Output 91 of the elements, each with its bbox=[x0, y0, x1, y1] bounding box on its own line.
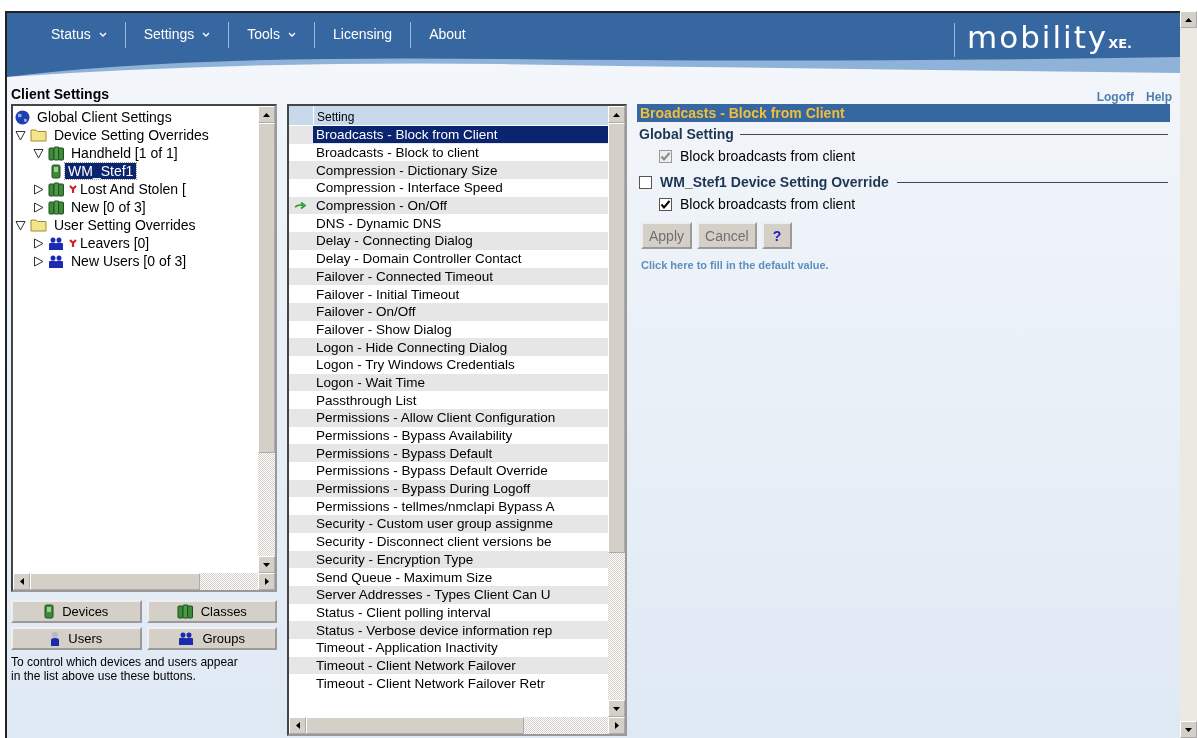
globe-icon bbox=[15, 109, 30, 125]
folder-icon bbox=[30, 128, 47, 142]
scrollbar-thumb[interactable] bbox=[608, 123, 625, 553]
devices-icon bbox=[48, 181, 64, 197]
tree-item[interactable]: WM_Stef1 bbox=[65, 163, 137, 179]
vertical-scrollbar[interactable] bbox=[258, 106, 275, 573]
devices-icon bbox=[176, 604, 193, 619]
page-title: Client Settings bbox=[11, 86, 109, 104]
user-group-icon bbox=[48, 235, 64, 251]
nav-menu-item[interactable]: Settings bbox=[125, 22, 229, 46]
filter-button[interactable]: Classes bbox=[146, 600, 277, 623]
setting-item[interactable]: Failover - Show Dialog bbox=[313, 320, 608, 338]
expand-icon[interactable] bbox=[33, 183, 44, 195]
tree-item[interactable]: Leavers [0] bbox=[68, 235, 153, 251]
setting-item[interactable]: Logon - Try Windows Credentials bbox=[313, 356, 608, 374]
nav-menu-item[interactable]: Status bbox=[33, 22, 125, 46]
setting-item[interactable]: Permissions - tellmes/nmclapi Bypass A bbox=[313, 497, 608, 515]
section-title: Global Setting bbox=[639, 126, 734, 142]
devices-icon bbox=[48, 145, 64, 161]
checkbox-label: Block broadcasts from client bbox=[680, 196, 856, 212]
setting-item[interactable]: Failover - Initial Timeout bbox=[313, 285, 608, 303]
branch-icon bbox=[68, 238, 78, 248]
collapse-icon[interactable] bbox=[33, 147, 44, 159]
tree-item[interactable]: Lost And Stolen [ bbox=[68, 181, 189, 197]
checkbox[interactable] bbox=[659, 197, 672, 211]
expand-icon[interactable] bbox=[33, 201, 44, 213]
logo: mobility XE. bbox=[966, 19, 1132, 57]
arrow-right-icon[interactable] bbox=[614, 722, 619, 729]
device-icon bbox=[51, 163, 61, 179]
setting-item[interactable]: Delay - Domain Controller Contact bbox=[313, 250, 608, 268]
setting-item[interactable]: Compression - Interface Speed bbox=[313, 179, 608, 197]
tree-item[interactable]: New Users [0 of 3] bbox=[68, 253, 190, 269]
header-link[interactable]: Logoff bbox=[1096, 90, 1134, 104]
branch-icon bbox=[68, 184, 78, 194]
setting-item[interactable]: Security - Disconnect client versions be bbox=[313, 533, 608, 551]
chevron-down-icon bbox=[288, 31, 296, 37]
horizontal-scrollbar[interactable] bbox=[13, 573, 275, 590]
help-text: To control which devices and users appear in the list above use these buttons. bbox=[11, 655, 239, 683]
detail-header: Broadcasts - Block from Client bbox=[637, 104, 1170, 122]
expand-icon[interactable] bbox=[33, 237, 44, 249]
filter-button[interactable]: Devices bbox=[11, 600, 142, 623]
tree-item[interactable]: Handheld [1 of 1] bbox=[68, 145, 181, 161]
devices-icon bbox=[48, 199, 64, 215]
setting-item[interactable]: Broadcasts - Block to client bbox=[313, 144, 608, 162]
user-group-icon bbox=[178, 631, 195, 646]
chevron-down-icon bbox=[202, 31, 211, 37]
arrow-left-icon[interactable] bbox=[19, 578, 24, 585]
arrow-down-icon[interactable] bbox=[263, 562, 270, 567]
filter-button[interactable]: Users bbox=[11, 627, 142, 650]
arrow-right-icon[interactable] bbox=[264, 578, 269, 585]
filter-button[interactable]: Groups bbox=[146, 627, 277, 650]
tree-item[interactable]: Global Client Settings bbox=[34, 109, 175, 125]
user-icon bbox=[50, 630, 61, 647]
header-link[interactable]: Help bbox=[1146, 90, 1172, 104]
horizontal-scrollbar[interactable] bbox=[289, 717, 625, 734]
collapse-icon[interactable] bbox=[15, 219, 26, 231]
expand-icon[interactable] bbox=[33, 255, 44, 267]
scrollbar-thumb[interactable] bbox=[306, 717, 525, 734]
setting-item[interactable]: Passthrough List bbox=[313, 391, 608, 409]
chevron-down-icon bbox=[98, 31, 107, 37]
scrollbar-thumb[interactable] bbox=[258, 123, 275, 453]
arrow-down-icon[interactable] bbox=[613, 706, 620, 711]
setting-item[interactable]: Status - Client polling interval bbox=[313, 603, 608, 621]
action-button[interactable]: ? bbox=[761, 222, 793, 249]
setting-item[interactable]: Send Queue - Maximum Size bbox=[313, 568, 608, 586]
device-icon bbox=[44, 604, 55, 619]
tree-item[interactable]: New [0 of 3] bbox=[68, 199, 149, 215]
nav-menu-item[interactable]: Licensing bbox=[315, 22, 411, 46]
arrow-down-icon[interactable] bbox=[1185, 727, 1192, 732]
section-title: WM_Stef1 Device Setting Override bbox=[660, 174, 889, 190]
setting-item[interactable]: Permissions - Bypass Default Override bbox=[313, 462, 608, 480]
folder-icon bbox=[30, 218, 47, 232]
collapse-icon[interactable] bbox=[15, 129, 26, 141]
vertical-scrollbar[interactable] bbox=[608, 106, 625, 717]
arrow-up-icon[interactable] bbox=[1185, 17, 1192, 22]
arrow-left-icon[interactable] bbox=[295, 722, 300, 729]
nav-menu-item[interactable]: About bbox=[411, 22, 484, 46]
tree-item[interactable]: Device Setting Overrides bbox=[51, 127, 212, 143]
setting-item[interactable]: Timeout - Application Inactivity bbox=[313, 639, 608, 657]
setting-item[interactable]: Broadcasts - Block from Client bbox=[313, 126, 608, 144]
arrow-up-icon[interactable] bbox=[263, 112, 270, 117]
arrow-up-icon[interactable] bbox=[613, 112, 620, 117]
tree-item[interactable]: User Setting Overrides bbox=[51, 217, 199, 233]
checkbox[interactable] bbox=[639, 175, 652, 189]
user-group-icon bbox=[48, 253, 64, 269]
scrollbar-thumb[interactable] bbox=[30, 573, 201, 590]
setting-item[interactable]: Timeout - Client Network Failover Retr bbox=[313, 674, 608, 692]
setting-item[interactable]: Permissions - Bypass Availability bbox=[313, 427, 608, 445]
nav-menu-item[interactable]: Tools bbox=[229, 22, 314, 46]
checkbox-label: Block broadcasts from client bbox=[680, 148, 856, 164]
setting-item[interactable]: DNS - Dynamic DNS bbox=[313, 214, 608, 232]
